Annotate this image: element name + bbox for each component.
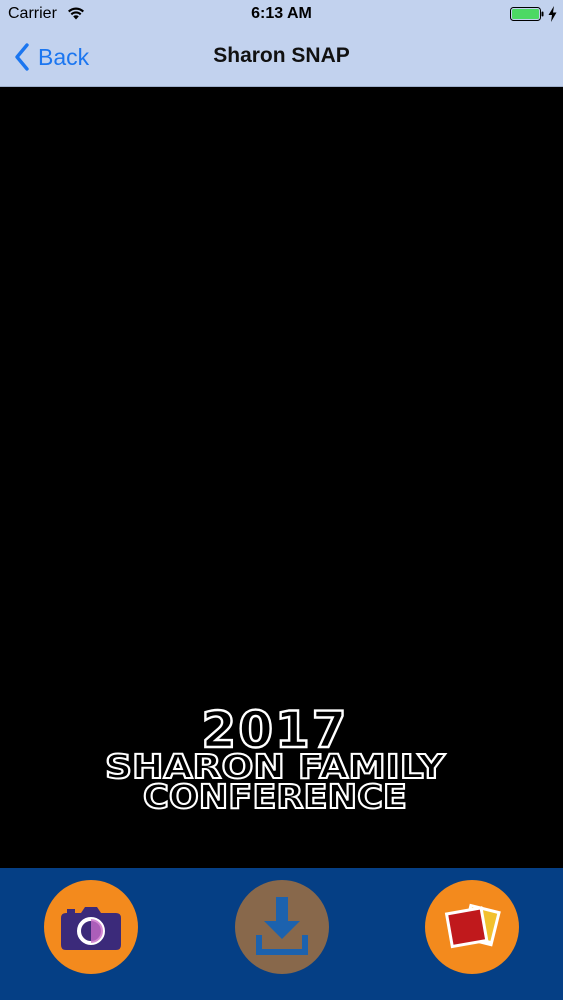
take-photo-button[interactable] [43, 879, 139, 975]
conference-logo-svg: 2017 SHARON FAMILY CONFERENCE [104, 700, 447, 817]
download-icon [235, 880, 329, 974]
logo-line2: CONFERENCE [143, 777, 407, 816]
app-screen: Carrier 6:13 AM Back Sharon SNAP 2017 SH… [0, 0, 563, 1000]
battery-icon [510, 7, 544, 21]
status-bar: Carrier 6:13 AM [0, 0, 563, 28]
page-title: Sharon SNAP [213, 44, 350, 67]
conference-logo-overlay: 2017 SHARON FAMILY CONFERENCE [95, 697, 455, 822]
top-bar: Carrier 6:13 AM Back Sharon SNAP [0, 0, 563, 87]
photo-gallery-button[interactable] [424, 879, 520, 975]
status-time: 6:13 AM [251, 5, 312, 22]
camera-icon [44, 880, 138, 974]
save-photo-button[interactable] [234, 879, 330, 975]
camera-preview[interactable]: 2017 SHARON FAMILY CONFERENCE [0, 87, 563, 868]
charging-bolt-icon [548, 6, 557, 22]
bottom-toolbar [0, 868, 563, 1000]
navigation-bar: Back Sharon SNAP [0, 28, 563, 86]
photos-icon [425, 880, 519, 974]
